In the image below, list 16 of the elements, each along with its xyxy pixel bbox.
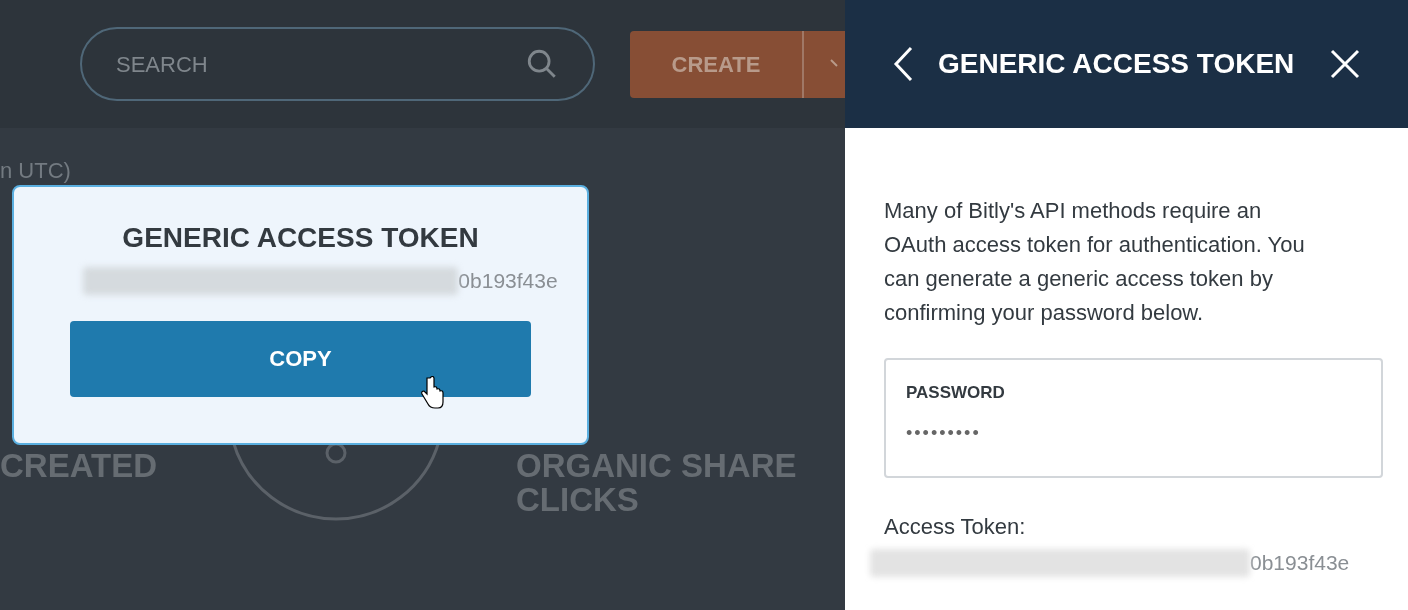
search-icon	[525, 47, 559, 81]
search-input[interactable]: SEARCH	[116, 47, 476, 81]
field-label: PASSWORD	[906, 382, 1006, 404]
panel-title: GENERIC ACCESS TOKEN	[938, 47, 1296, 81]
back-icon[interactable]	[893, 46, 913, 82]
token-label: Access Token:	[884, 513, 1027, 541]
description-text: Many of Bitly's API methods require an OAuth access token for authentication. You can generate a generic access token by confirming your password below.	[884, 197, 1306, 327]
close-icon[interactable]	[1330, 49, 1360, 79]
date-range-text: n UTC)	[0, 157, 72, 185]
search-field[interactable]: SEARCH	[80, 27, 595, 101]
password-field[interactable]: PASSWORD •••••••••	[884, 358, 1383, 478]
modal-title: GENERIC ACCESS TOKEN	[122, 221, 479, 255]
hand-cursor-icon	[419, 375, 445, 410]
token-text: 0b193f43e	[458, 268, 558, 294]
password-input[interactable]: •••••••••	[906, 419, 1361, 447]
token-text: 0b193f43e	[1250, 550, 1350, 576]
